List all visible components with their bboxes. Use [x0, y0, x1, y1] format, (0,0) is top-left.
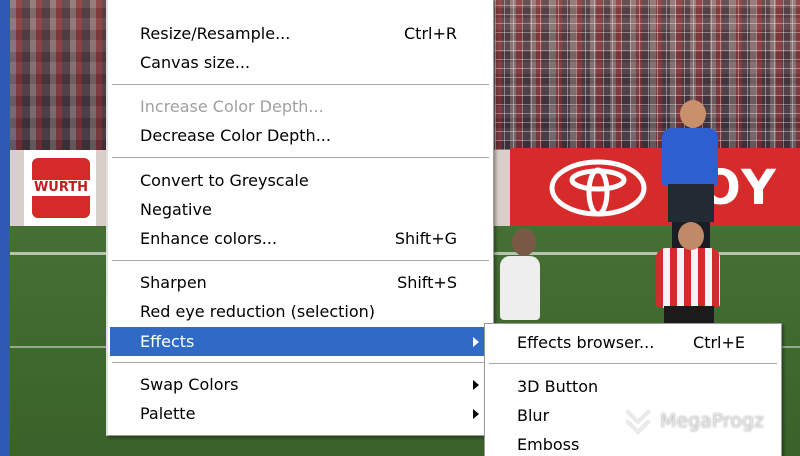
menu-item-label: Sharpen: [140, 273, 207, 292]
photo-ad-left-text: WURTH: [30, 180, 92, 196]
image-menu: Resize/Resample... Ctrl+R Canvas size...…: [106, 0, 494, 436]
menu-item-effects[interactable]: Effects: [110, 327, 491, 356]
menu-item-label: Canvas size...: [140, 53, 251, 72]
menu-item-convert-greyscale[interactable]: Convert to Greyscale: [110, 166, 491, 195]
menu-item-label: Palette: [140, 404, 196, 423]
menu-separator: [112, 362, 489, 364]
menu-item-increase-color-depth: Increase Color Depth...: [110, 92, 491, 121]
menu-item-label: Swap Colors: [140, 375, 239, 394]
menu-separator: [489, 363, 777, 365]
photo-player-shorts: [668, 184, 714, 222]
menu-item-shortcut: Shift+G: [394, 229, 457, 248]
submenu-arrow-icon: [473, 409, 479, 419]
menu-separator: [112, 84, 489, 86]
menu-item-shortcut: Ctrl+E: [693, 333, 745, 352]
screenshot: WURTH OY Resize/Resample... Ctrl+R Canva…: [0, 0, 800, 456]
menu-item-label: Enhance colors...: [140, 229, 278, 248]
menu-item-sharpen[interactable]: Sharpen Shift+S: [110, 268, 491, 297]
menu-item-shortcut: Shift+S: [397, 273, 457, 292]
menu-item-resize-resample[interactable]: Resize/Resample... Ctrl+R: [110, 19, 491, 48]
menu-item-label: Resize/Resample...: [140, 24, 291, 43]
menu-item-shortcut: Ctrl+R: [404, 24, 457, 43]
submenu-arrow-icon: [473, 380, 479, 390]
toyota-logo-icon: [549, 159, 647, 217]
menu-item-label: Convert to Greyscale: [140, 171, 309, 190]
watermark: MegaProgz: [622, 404, 764, 438]
submenu-arrow-icon: [473, 337, 479, 347]
watermark-text: MegaProgz: [660, 410, 764, 432]
menu-item-decrease-color-depth[interactable]: Decrease Color Depth...: [110, 121, 491, 150]
menu-item-canvas-size[interactable]: Canvas size...: [110, 48, 491, 77]
menu-item-label: Increase Color Depth...: [140, 97, 324, 116]
menu-item-label: Decrease Color Depth...: [140, 126, 331, 145]
menu-item-label: Emboss: [517, 435, 580, 454]
menu-item-enhance-colors[interactable]: Enhance colors... Shift+G: [110, 224, 491, 253]
photo-player-head: [680, 100, 706, 128]
photo-player-striped: [656, 248, 720, 308]
menu-item-label: Effects browser...: [517, 333, 655, 352]
menu-item-3d-button[interactable]: 3D Button: [487, 372, 779, 401]
photo-player-head: [512, 228, 536, 256]
photo-player-goalkeeper: [662, 128, 718, 186]
photo-player-head: [678, 222, 704, 250]
menu-separator: [112, 157, 489, 159]
menu-item-label: Red eye reduction (selection): [140, 302, 376, 321]
menu-separator: [112, 260, 489, 262]
menu-item-negative[interactable]: Negative: [110, 195, 491, 224]
menu-item-swap-colors[interactable]: Swap Colors: [110, 370, 491, 399]
window-edge: [0, 0, 10, 456]
photo-goal-net: [495, 0, 800, 150]
menu-item-label: Blur: [517, 406, 550, 425]
menu-item-palette[interactable]: Palette: [110, 399, 491, 428]
menu-item-label: Negative: [140, 200, 212, 219]
menu-item-effects-browser[interactable]: Effects browser... Ctrl+E: [487, 328, 779, 357]
menu-item-label: Effects: [140, 332, 195, 351]
photo-player-white: [500, 256, 540, 320]
megaprogz-logo-icon: [625, 409, 651, 435]
menu-item-label: 3D Button: [517, 377, 599, 396]
menu-item-red-eye-reduction[interactable]: Red eye reduction (selection): [110, 297, 491, 326]
